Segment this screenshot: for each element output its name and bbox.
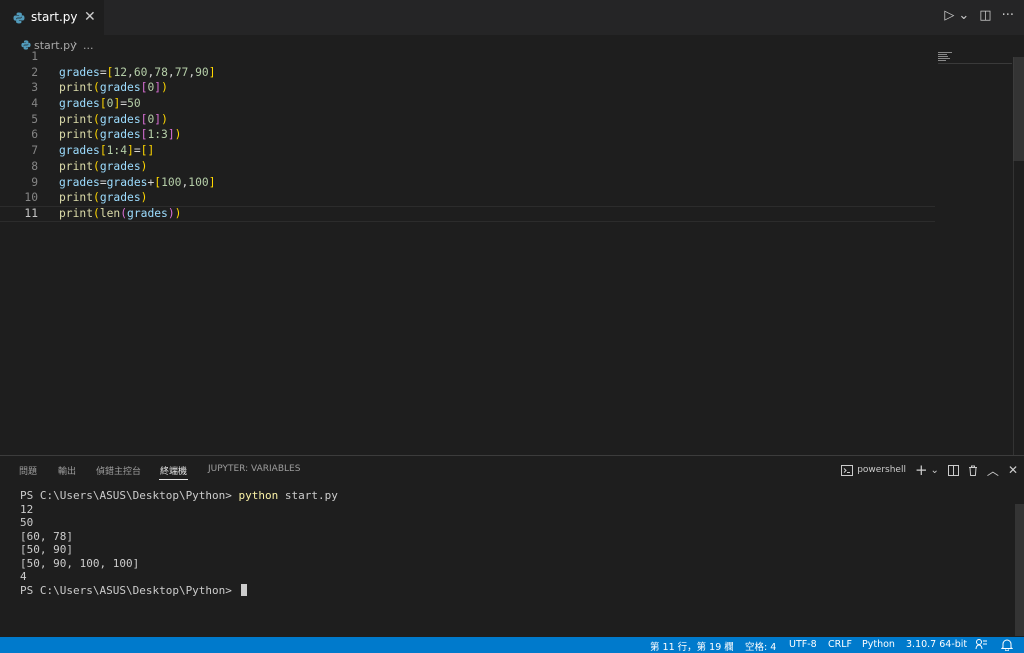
terminal-line: 12 bbox=[20, 502, 34, 516]
code-line: 9 grades=grades+[100,100] bbox=[0, 175, 935, 191]
terminal-prompt: PS C:\Users\ASUS\Desktop\Python> bbox=[20, 489, 239, 502]
line-number: 2 bbox=[31, 65, 38, 79]
terminal-dropdown-chevron-icon[interactable]: ⌄ bbox=[931, 465, 939, 476]
tab-output[interactable]: 輸出 bbox=[58, 464, 76, 477]
terminal-scrollbar[interactable] bbox=[1015, 504, 1024, 636]
line-number: 10 bbox=[24, 191, 38, 205]
close-panel-icon[interactable]: ✕ bbox=[1008, 463, 1018, 477]
line-number: 1 bbox=[31, 50, 38, 63]
terminal-line: PS C:\Users\ASUS\Desktop\Python> bbox=[20, 583, 338, 598]
split-terminal-icon[interactable] bbox=[947, 464, 959, 476]
close-tab-icon[interactable]: ✕ bbox=[84, 9, 96, 25]
bottom-panel: 問題 輸出 偵錯主控台 終端機 JUPYTER: VARIABLES power… bbox=[0, 455, 1024, 638]
line-number: 3 bbox=[31, 81, 38, 95]
line-number: 8 bbox=[31, 159, 38, 173]
minimap[interactable] bbox=[938, 50, 1012, 64]
code-line-current: 11 print(len(grades)) bbox=[0, 205, 935, 222]
line-number: 5 bbox=[31, 112, 38, 126]
code-line: 4 grades[0]=50 bbox=[0, 96, 935, 112]
code-line: 10 print(grades) bbox=[0, 190, 935, 206]
terminal-line: PS C:\Users\ASUS\Desktop\Python> python … bbox=[20, 489, 338, 503]
code-line: 7 grades[1:4]=[] bbox=[0, 143, 935, 159]
maximize-panel-chevron-up-icon[interactable]: ︿ bbox=[987, 462, 999, 479]
code-line: 8 print(grades) bbox=[0, 159, 935, 175]
active-tab-indicator bbox=[159, 479, 188, 480]
terminal-prompt: PS C:\Users\ASUS\Desktop\Python> bbox=[20, 583, 239, 597]
terminal-line: [60, 78] bbox=[20, 529, 73, 543]
status-python-interpreter[interactable]: 3.10.7 64-bit bbox=[906, 639, 967, 650]
terminal-command: python bbox=[238, 489, 279, 502]
terminal-output[interactable]: PS C:\Users\ASUS\Desktop\Python> python … bbox=[20, 489, 338, 597]
feedback-icon[interactable] bbox=[975, 638, 988, 651]
line-number: 7 bbox=[31, 144, 38, 158]
code-line: 5 print(grades[0]) bbox=[0, 112, 935, 128]
run-menu-chevron-icon[interactable]: ⌄ bbox=[958, 8, 969, 23]
run-python-file-icon[interactable]: ▷ bbox=[944, 8, 954, 23]
code-line: 6 print(grades[1:3]) bbox=[0, 127, 935, 143]
terminal-line: 50 bbox=[20, 516, 34, 529]
editor-scrollbar[interactable] bbox=[1013, 57, 1024, 161]
line-number: 9 bbox=[31, 175, 38, 189]
more-actions-icon[interactable]: ··· bbox=[1002, 8, 1014, 23]
tab-debug-console[interactable]: 偵錯主控台 bbox=[96, 464, 141, 477]
kill-terminal-trash-icon[interactable] bbox=[968, 465, 978, 476]
status-indentation[interactable]: 空格: 4 bbox=[745, 639, 776, 653]
status-eol[interactable]: CRLF bbox=[828, 639, 852, 650]
editor-tab-bar: start.py ✕ ▷ ⌄ ◫ ··· bbox=[0, 0, 1024, 35]
code-line: 1 bbox=[0, 49, 935, 65]
line-number: 4 bbox=[31, 97, 38, 111]
status-cursor-position[interactable]: 第 11 行，第 19 欄 bbox=[650, 639, 734, 653]
code-editor[interactable]: 1 2 grades=[12,60,78,77,90] 3 print(grades… bbox=[0, 49, 935, 222]
code-line: 3 print(grades[0]) bbox=[0, 80, 935, 96]
editor-actions: ▷ ⌄ ◫ ··· bbox=[944, 8, 1014, 23]
terminal-command-args: start.py bbox=[278, 489, 338, 502]
terminal-shell-name[interactable]: powershell bbox=[857, 465, 906, 475]
status-language-mode[interactable]: Python bbox=[862, 639, 895, 650]
status-encoding[interactable]: UTF-8 bbox=[789, 639, 817, 650]
terminal-line: [50, 90, 100, 100] bbox=[20, 556, 140, 570]
python-file-icon bbox=[13, 12, 25, 24]
terminal-cursor bbox=[240, 583, 247, 596]
panel-actions: powershell + ⌄ ︿ ✕ bbox=[841, 461, 1018, 479]
tab-jupyter-variables[interactable]: JUPYTER: VARIABLES bbox=[208, 464, 300, 474]
terminal-icon bbox=[841, 464, 854, 476]
code-line: 2 grades=[12,60,78,77,90] bbox=[0, 65, 935, 81]
line-number: 6 bbox=[31, 128, 38, 142]
tab-problems[interactable]: 問題 bbox=[19, 464, 37, 477]
status-bar: 第 11 行，第 19 欄 空格: 4 UTF-8 CRLF Python 3.… bbox=[0, 637, 1024, 653]
notifications-bell-icon[interactable] bbox=[1001, 638, 1013, 651]
terminal-line: [50, 90] bbox=[20, 543, 73, 556]
tab-label: start.py bbox=[31, 10, 78, 24]
split-editor-icon[interactable]: ◫ bbox=[979, 8, 991, 23]
tab-terminal[interactable]: 終端機 bbox=[160, 464, 187, 477]
new-terminal-icon[interactable]: + bbox=[915, 461, 928, 479]
tab-start-py[interactable]: start.py ✕ bbox=[0, 0, 104, 35]
line-number: 11 bbox=[24, 206, 38, 220]
terminal-line: 4 bbox=[20, 570, 27, 583]
